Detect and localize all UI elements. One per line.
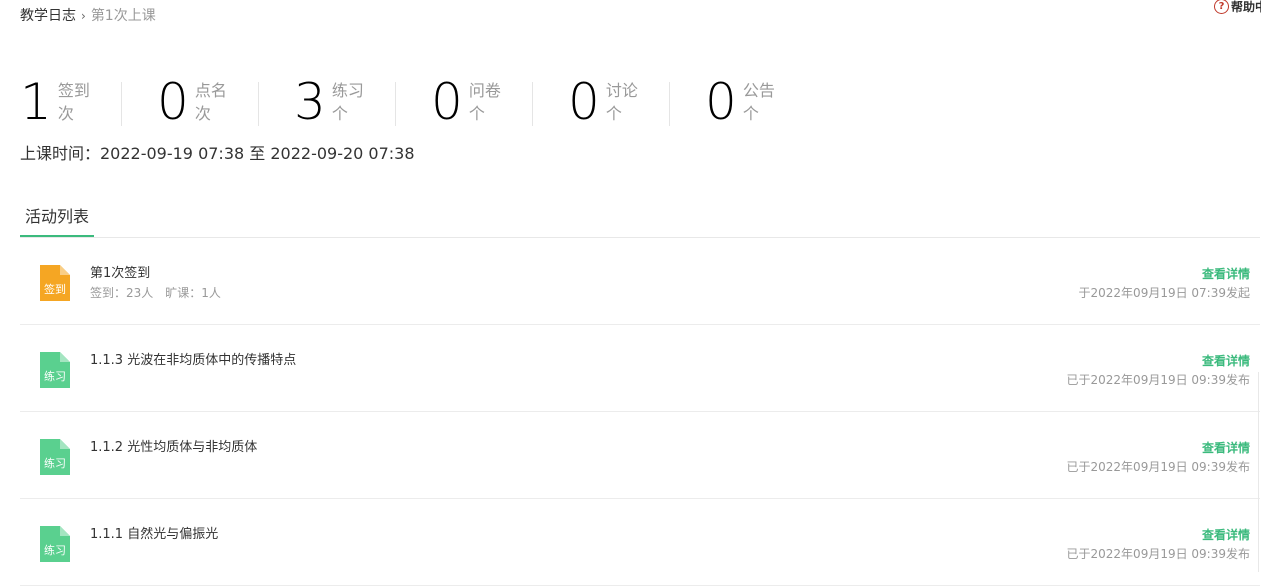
stat-exercise: 3 练习个 (294, 74, 431, 130)
list-item: 练习 1.1.3 光波在非均质体中的传播特点 查看详情 已于2022年09月19… (20, 325, 1260, 412)
stat-unit: 个 (468, 104, 485, 123)
breadcrumb-current: 第1次上课 (90, 8, 156, 24)
view-details-link[interactable]: 查看详情 (1202, 440, 1250, 456)
sign-in-count: 签到：23人 (90, 286, 154, 300)
activity-time: 已于2022年09月19日 09:39发布 (1066, 373, 1250, 387)
stat-unit: 次 (57, 104, 74, 123)
stat-unit: 次 (194, 104, 211, 123)
activity-list: 签到 第1次签到 签到：23人 旷课：1人 查看详情 于2022年09月19日 0… (20, 238, 1260, 586)
activity-stats: 签到：23人 旷课：1人 (90, 285, 221, 301)
stat-unit: 个 (605, 104, 622, 123)
stat-discussion: 0 讨论个 (568, 74, 705, 130)
activity-title[interactable]: 1.1.2 光性均质体与非均质体 (90, 440, 257, 456)
stat-value: 1 (20, 73, 52, 131)
list-item: 签到 第1次签到 签到：23人 旷课：1人 查看详情 于2022年09月19日 0… (20, 238, 1260, 325)
stat-label: 练习 (331, 81, 364, 100)
class-time: 上课时间：2022-09-19 07:38 至 2022-09-20 07:38 (20, 144, 415, 163)
question-circle-icon: ? (1213, 0, 1229, 14)
activity-title[interactable]: 1.1.1 自然光与偏振光 (90, 527, 218, 543)
chevron-right-icon: › (81, 9, 86, 23)
stat-value: 0 (431, 73, 463, 131)
stat-unit: 个 (331, 104, 348, 123)
tab-activity-list[interactable]: 活动列表 (20, 200, 94, 237)
stats-bar: 1 签到次 0 点名次 3 练习个 0 问卷个 0 讨论个 0 公告个 (20, 74, 842, 130)
stat-roll-call: 0 点名次 (157, 74, 294, 130)
tab-bar: 活动列表 (20, 200, 1260, 238)
sign-in-file-icon: 签到 (40, 265, 70, 301)
stat-value: 0 (568, 73, 600, 131)
breadcrumb: 教学日志 › 第1次上课 (20, 7, 156, 25)
list-item: 练习 1.1.2 光性均质体与非均质体 查看详情 已于2022年09月19日 0… (20, 412, 1260, 499)
activity-time: 已于2022年09月19日 09:39发布 (1066, 460, 1250, 474)
stat-label: 问卷 (468, 81, 501, 100)
stat-value: 0 (705, 73, 737, 131)
exercise-file-icon: 练习 (40, 526, 70, 562)
stat-label: 点名 (194, 81, 227, 100)
help-label: 帮助中 (1230, 0, 1261, 14)
exercise-file-icon: 练习 (40, 352, 70, 388)
stat-questionnaire: 0 问卷个 (431, 74, 568, 130)
stat-label: 公告 (742, 81, 775, 100)
activity-time: 已于2022年09月19日 09:39发布 (1066, 547, 1250, 561)
view-details-link[interactable]: 查看详情 (1202, 527, 1250, 543)
scrollbar-track[interactable] (1258, 372, 1259, 572)
view-details-link[interactable]: 查看详情 (1202, 266, 1250, 282)
exercise-file-icon: 练习 (40, 439, 70, 475)
view-details-link[interactable]: 查看详情 (1202, 353, 1250, 369)
stat-announcement: 0 公告个 (705, 74, 842, 130)
activity-title[interactable]: 第1次签到 (90, 266, 150, 282)
stat-label: 讨论 (605, 81, 638, 100)
stat-value: 3 (294, 73, 326, 131)
absent-count: 旷课：1人 (165, 286, 221, 300)
activity-title[interactable]: 1.1.3 光波在非均质体中的传播特点 (90, 353, 296, 369)
stat-sign-in: 1 签到次 (20, 74, 157, 130)
breadcrumb-home-link[interactable]: 教学日志 (20, 7, 76, 25)
stat-value: 0 (157, 73, 189, 131)
help-center-link[interactable]: ? 帮助中 (1213, 0, 1261, 15)
activity-time: 于2022年09月19日 07:39发起 (1078, 286, 1250, 300)
list-item: 练习 1.1.1 自然光与偏振光 查看详情 已于2022年09月19日 09:3… (20, 499, 1260, 586)
stat-unit: 个 (742, 104, 759, 123)
stat-label: 签到 (57, 81, 90, 100)
